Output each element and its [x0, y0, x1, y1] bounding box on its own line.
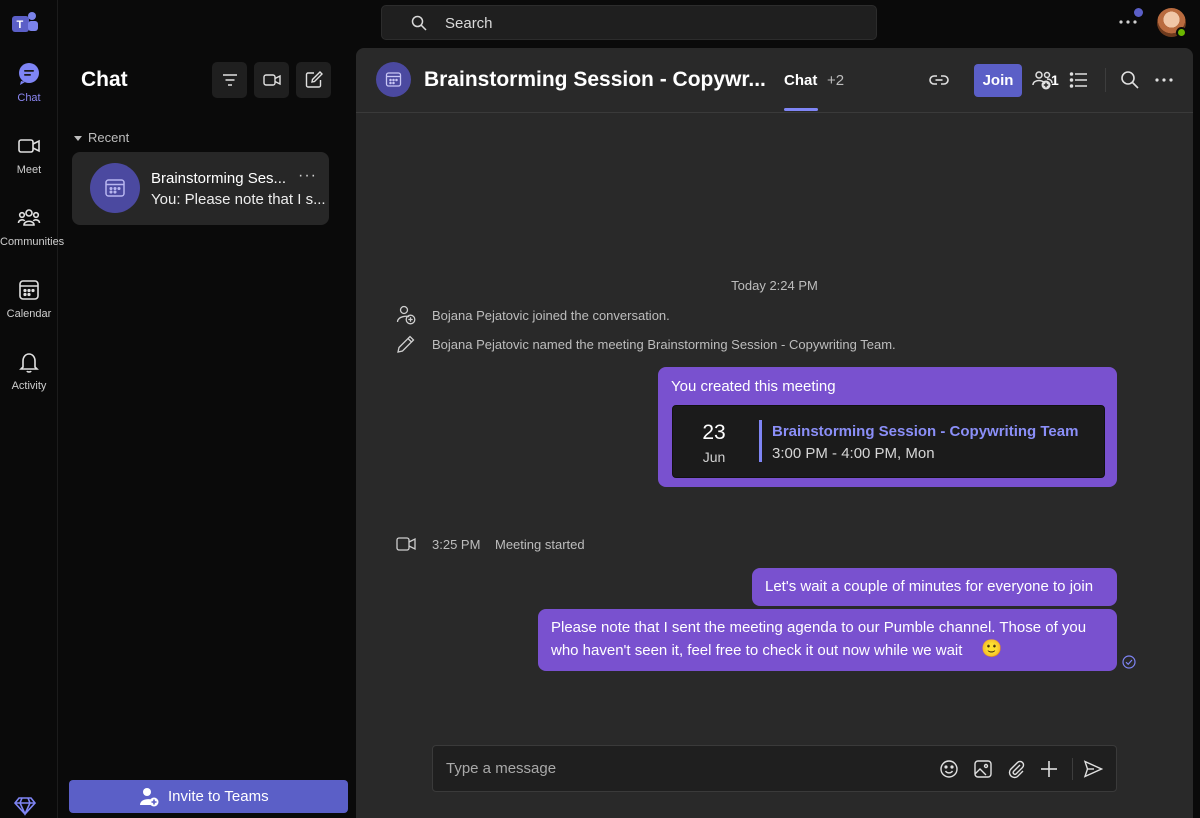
smile-emoji: 🙂	[981, 639, 1003, 658]
filter-button[interactable]	[212, 62, 247, 98]
list-icon[interactable]	[1068, 69, 1090, 91]
search-icon[interactable]	[1119, 69, 1141, 91]
recent-label: Recent	[88, 130, 130, 145]
message-bubble[interactable]: Please note that I sent the meeting agen…	[538, 609, 1117, 671]
message-text-line-2: who haven't seen it, feel free to check …	[551, 642, 963, 659]
system-message-text: Bojana Pejatovic joined the conversation…	[432, 308, 670, 323]
plus-icon[interactable]	[1039, 759, 1059, 779]
more-options-icon[interactable]	[1153, 69, 1175, 91]
rail-item-communities[interactable]: Communities	[0, 206, 65, 266]
meeting-time: 3:00 PM - 4:00 PM, Mon	[772, 445, 935, 462]
invite-label: Invite to Teams	[168, 788, 269, 805]
svg-text:T: T	[17, 19, 24, 31]
join-button[interactable]: Join	[974, 64, 1022, 97]
meeting-day: 23	[702, 421, 726, 444]
video-camera-icon	[18, 139, 40, 153]
pencil-icon	[397, 335, 415, 353]
more-tabs-button[interactable]: +2	[827, 72, 844, 89]
message-input[interactable]	[433, 746, 913, 791]
send-icon[interactable]	[1083, 759, 1103, 779]
meeting-created-heading: You created this meeting	[671, 378, 836, 395]
meeting-card[interactable]: 23 Jun Brainstorming Session - Copywriti…	[672, 405, 1105, 478]
message-text-line-1: Please note that I sent the meeting agen…	[551, 619, 1087, 636]
rail-label-communities: Communities	[0, 236, 65, 248]
meeting-created-bubble: You created this meeting 23 Jun Brainsto…	[658, 367, 1117, 487]
conversation-item[interactable]: Brainstorming Ses... ··· You: Please not…	[72, 152, 329, 225]
teams-logo-icon[interactable]: T	[12, 11, 38, 35]
meet-now-button[interactable]	[254, 62, 289, 98]
message-composer	[432, 745, 1117, 792]
video-camera-icon	[263, 74, 281, 86]
recent-section-toggle[interactable]: Recent	[74, 130, 129, 145]
seen-check-icon	[1122, 655, 1136, 669]
calendar-icon	[105, 179, 125, 197]
diamond-icon[interactable]	[14, 796, 36, 816]
video-camera-icon	[396, 537, 416, 551]
conversation-preview: You: Please note that I s...	[151, 191, 326, 208]
message-timestamp: Today 2:24 PM	[731, 278, 818, 293]
add-person-icon	[140, 788, 159, 807]
filter-icon	[223, 74, 237, 86]
rail-item-activity[interactable]: Activity	[0, 350, 58, 410]
conversation-more-button[interactable]: ···	[298, 167, 317, 185]
meeting-accent-bar	[759, 420, 762, 462]
system-message-text: Bojana Pejatovic named the meeting Brain…	[432, 337, 896, 352]
communities-icon	[17, 209, 41, 226]
invite-to-teams-button[interactable]: Invite to Teams	[69, 780, 348, 813]
bell-icon	[19, 353, 39, 373]
search-placeholder: Search	[445, 15, 493, 32]
composer-divider	[1072, 758, 1073, 780]
meeting-started-text: Meeting started	[495, 537, 585, 552]
chat-list-title: Chat	[81, 68, 128, 91]
rail-label-calendar: Calendar	[6, 308, 52, 320]
conversation-header: Brainstorming Session - Copywr... Chat +…	[356, 48, 1193, 113]
search-box[interactable]: Search	[381, 5, 877, 40]
person-add-icon	[396, 305, 416, 325]
conversation-name: Brainstorming Ses...	[151, 170, 287, 187]
header-divider	[1105, 68, 1106, 92]
participants-count: 1	[1051, 72, 1059, 88]
meeting-avatar	[376, 62, 411, 97]
link-icon[interactable]	[928, 69, 950, 91]
rail-item-calendar[interactable]: Calendar	[0, 278, 58, 338]
app-rail: T Chat Meet Communities Calendar Activit…	[0, 0, 65, 818]
rail-label-meet: Meet	[16, 164, 42, 176]
paperclip-icon[interactable]	[1006, 759, 1026, 779]
new-chat-button[interactable]	[296, 62, 331, 98]
image-icon[interactable]	[973, 759, 993, 779]
message-text: Let's wait a couple of minutes for every…	[765, 578, 1094, 595]
compose-icon	[305, 71, 323, 88]
calendar-icon	[19, 280, 39, 300]
conversation-pane: Brainstorming Session - Copywr... Chat +…	[356, 48, 1193, 818]
presence-available-icon	[1176, 27, 1187, 38]
emoji-icon[interactable]	[939, 759, 959, 779]
rail-label-activity: Activity	[11, 380, 47, 392]
meeting-avatar	[90, 163, 140, 213]
message-bubble[interactable]: Let's wait a couple of minutes for every…	[752, 568, 1117, 606]
rail-label-chat: Chat	[17, 92, 41, 104]
meeting-month: Jun	[702, 449, 726, 465]
meeting-title-link[interactable]: Brainstorming Session - Copywriting Team	[772, 423, 1078, 440]
search-icon	[411, 15, 427, 31]
notification-dot	[1134, 8, 1143, 17]
meeting-started-time: 3:25 PM	[432, 537, 481, 552]
conversation-title: Brainstorming Session - Copywr...	[424, 68, 766, 91]
chat-icon	[19, 63, 39, 85]
active-tab-indicator	[784, 108, 818, 111]
calendar-icon	[385, 72, 402, 87]
tab-chat[interactable]: Chat	[784, 72, 817, 89]
rail-item-chat[interactable]: Chat	[0, 62, 58, 122]
caret-down-icon	[74, 136, 82, 142]
rail-item-meet[interactable]: Meet	[0, 134, 58, 194]
